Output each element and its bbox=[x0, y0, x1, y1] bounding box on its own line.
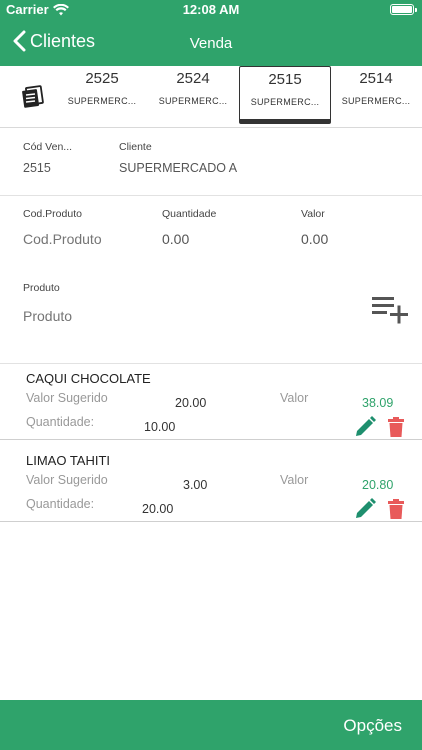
list-item: CAQUI CHOCOLATE Valor Sugerido 20.00 Val… bbox=[0, 364, 422, 439]
order-tabs-bar: 2525 SUPERMERC... 2524 SUPERMERC... 2515… bbox=[0, 66, 422, 128]
cliente-label: Cliente bbox=[119, 141, 152, 153]
tab-order-2515[interactable]: 2515 SUPERMERC... bbox=[239, 66, 331, 124]
valor-sugerido-value: 20.00 bbox=[175, 396, 207, 410]
edit-pencil-icon[interactable] bbox=[354, 498, 376, 520]
item-quantidade-label: Quantidade: bbox=[26, 415, 95, 429]
item-valor-label: Valor bbox=[280, 473, 309, 487]
tab-number: 2524 bbox=[176, 70, 210, 87]
status-time: 12:08 AM bbox=[182, 2, 240, 17]
item-quantidade-label: Quantidade: bbox=[26, 497, 95, 511]
tab-client-name: SUPERMERC... bbox=[158, 96, 228, 106]
divider bbox=[0, 521, 422, 522]
tab-number: 2515 bbox=[268, 71, 302, 88]
item-quantidade-value: 10.00 bbox=[144, 420, 176, 434]
divider bbox=[0, 195, 422, 196]
cod-vendedor-value: 2515 bbox=[23, 161, 51, 175]
valor-input[interactable]: 0.00 bbox=[301, 231, 328, 247]
top-bar: Carrier 12:08 AM Clientes Venda bbox=[0, 0, 422, 66]
delete-trash-icon[interactable] bbox=[385, 498, 407, 520]
list-item: LIMAO TAHITI Valor Sugerido 3.00 Valor 2… bbox=[0, 446, 422, 521]
item-name: CAQUI CHOCOLATE bbox=[26, 371, 151, 386]
tab-client-name: SUPERMERC... bbox=[67, 96, 137, 106]
add-product-icon[interactable] bbox=[372, 296, 410, 324]
valor-sugerido-label: Valor Sugerido bbox=[26, 391, 108, 405]
valor-label: Valor bbox=[301, 208, 325, 220]
navigation-bar: Clientes Venda bbox=[0, 22, 422, 66]
valor-sugerido-value: 3.00 bbox=[183, 478, 208, 492]
page-title: Venda bbox=[189, 35, 233, 52]
item-valor-label: Valor bbox=[280, 391, 309, 405]
tab-client-name: SUPERMERC... bbox=[341, 96, 411, 106]
cod-vendedor-label: Cód Ven... bbox=[23, 141, 73, 153]
tab-order-2514[interactable]: 2514 SUPERMERC... bbox=[330, 66, 422, 124]
item-valor-value: 20.80 bbox=[362, 478, 394, 492]
status-bar: Carrier 12:08 AM bbox=[0, 0, 422, 20]
options-button[interactable]: Opções bbox=[343, 716, 402, 736]
tab-order-2524[interactable]: 2524 SUPERMERC... bbox=[147, 66, 239, 124]
quantidade-label: Quantidade bbox=[162, 208, 217, 220]
footer-bar: Opções bbox=[0, 700, 422, 750]
divider bbox=[0, 439, 422, 440]
produto-input[interactable] bbox=[23, 306, 323, 326]
tab-number: 2525 bbox=[85, 70, 119, 87]
produto-label: Produto bbox=[23, 282, 60, 294]
tab-client-name: SUPERMERC... bbox=[250, 97, 320, 107]
edit-pencil-icon[interactable] bbox=[354, 416, 376, 438]
item-valor-value: 38.09 bbox=[362, 396, 394, 410]
cod-produto-label: Cod.Produto bbox=[23, 208, 82, 220]
item-quantidade-value: 20.00 bbox=[142, 502, 174, 516]
tab-order-2525[interactable]: 2525 SUPERMERC... bbox=[56, 66, 148, 124]
tab-number: 2514 bbox=[359, 70, 393, 87]
quantidade-input[interactable]: 0.00 bbox=[162, 231, 189, 247]
valor-sugerido-label: Valor Sugerido bbox=[26, 473, 108, 487]
cod-produto-input[interactable] bbox=[23, 229, 148, 249]
order-list-icon[interactable] bbox=[20, 84, 46, 110]
cliente-value: SUPERMERCADO A bbox=[119, 161, 238, 175]
delete-trash-icon[interactable] bbox=[385, 416, 407, 438]
item-name: LIMAO TAHITI bbox=[26, 453, 111, 468]
battery-icon bbox=[390, 4, 417, 15]
